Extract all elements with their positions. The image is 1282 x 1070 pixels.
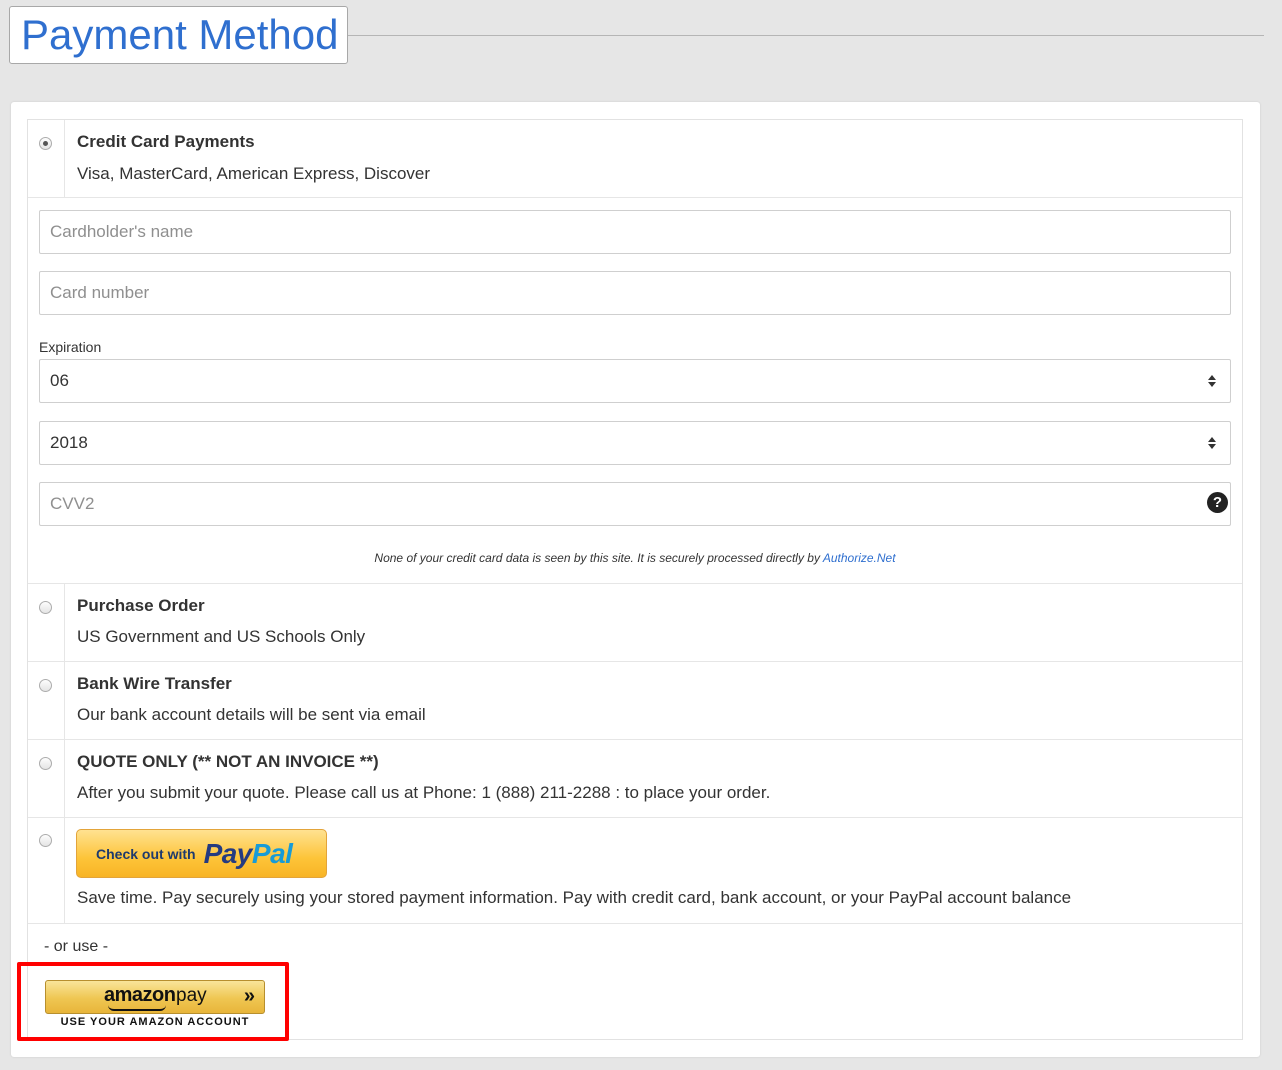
payment-methods-list: Credit Card Payments Visa, MasterCard, A… xyxy=(17,119,1243,1041)
expiration-year-select[interactable]: 2018 xyxy=(39,421,1231,465)
amazon-pay-word: pay xyxy=(176,985,207,1006)
radio-column xyxy=(28,740,65,817)
paypal-radio[interactable] xyxy=(39,834,52,847)
amazon-pay-caption: USE YOUR AMAZON ACCOUNT xyxy=(60,1016,250,1028)
secure-processing-note: None of your credit card data is seen by… xyxy=(28,551,1242,565)
cvv-input[interactable] xyxy=(39,482,1231,526)
radio-column xyxy=(28,584,65,661)
page-heading: Payment Method xyxy=(9,6,1264,64)
cvv-field-wrap: ? xyxy=(39,482,1231,526)
purchase-order-description: US Government and US Schools Only xyxy=(77,627,366,646)
quote-only-description: After you submit your quote. Please call… xyxy=(77,783,771,802)
radio-column xyxy=(28,662,65,739)
payment-option-quote-only[interactable]: QUOTE ONLY (** NOT AN INVOICE **) After … xyxy=(28,740,1242,818)
card-number-input[interactable] xyxy=(39,271,1231,315)
heading-divider xyxy=(339,35,1264,36)
question-circle-icon[interactable]: ? xyxy=(1207,492,1228,513)
bank-wire-title: Bank Wire Transfer xyxy=(77,674,232,693)
paypal-description: Save time. Pay securely using your store… xyxy=(77,888,1072,907)
credit-card-radio[interactable] xyxy=(39,137,52,150)
double-chevron-right-icon: » xyxy=(243,985,255,1007)
paypal-checkout-button[interactable]: Check out with PayPal xyxy=(76,829,327,878)
credit-card-title: Credit Card Payments xyxy=(77,132,255,151)
payment-option-purchase-order[interactable]: Purchase Order US Government and US Scho… xyxy=(28,584,1242,662)
credit-card-description: Visa, MasterCard, American Express, Disc… xyxy=(77,164,431,183)
radio-column xyxy=(28,120,65,197)
select-arrows-icon xyxy=(1208,375,1216,387)
expiration-label: Expiration xyxy=(39,339,102,355)
purchase-order-radio[interactable] xyxy=(39,601,52,614)
amazon-smile-icon xyxy=(108,1005,166,1011)
expiration-month-select[interactable]: 06 xyxy=(39,359,1231,403)
cardholder-name-input[interactable] xyxy=(39,210,1231,254)
amazon-pay-button[interactable]: amazon pay » xyxy=(45,980,265,1014)
quote-only-radio[interactable] xyxy=(39,757,52,770)
bank-wire-description: Our bank account details will be sent vi… xyxy=(77,705,426,724)
bank-wire-radio[interactable] xyxy=(39,679,52,692)
payment-panel: Credit Card Payments Visa, MasterCard, A… xyxy=(11,102,1260,1057)
expiration-month-value: 06 xyxy=(50,371,69,390)
or-use-label: - or use - xyxy=(44,938,109,955)
credit-card-form: Expiration 06 2018 ? None of your credit… xyxy=(28,198,1242,584)
page-title: Payment Method xyxy=(9,6,348,64)
paypal-button-prefix: Check out with xyxy=(96,845,196,862)
quote-only-title: QUOTE ONLY (** NOT AN INVOICE **) xyxy=(77,752,379,771)
paypal-logo-icon: PayPal xyxy=(203,837,293,869)
secure-note-text: None of your credit card data is seen by… xyxy=(374,551,823,565)
authorize-net-link[interactable]: Authorize.Net xyxy=(823,551,896,565)
payment-option-credit-card[interactable]: Credit Card Payments Visa, MasterCard, A… xyxy=(28,120,1242,198)
select-arrows-icon xyxy=(1208,437,1216,449)
expiration-year-value: 2018 xyxy=(50,433,88,452)
amazon-logo-word: amazon xyxy=(104,984,176,1006)
payment-option-paypal[interactable]: Check out with PayPal Save time. Pay sec… xyxy=(28,818,1242,924)
payment-option-bank-wire[interactable]: Bank Wire Transfer Our bank account deta… xyxy=(28,662,1242,740)
radio-column xyxy=(28,818,65,923)
purchase-order-title: Purchase Order xyxy=(77,596,205,615)
